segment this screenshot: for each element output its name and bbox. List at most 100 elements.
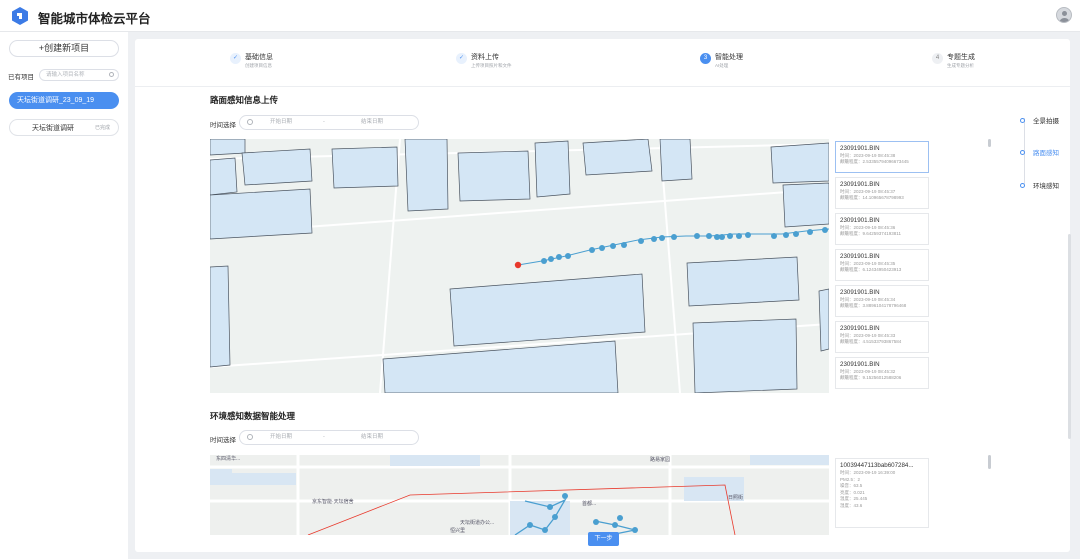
track-point[interactable] xyxy=(610,243,616,249)
track-point[interactable] xyxy=(565,253,571,259)
start-date-input[interactable]: 开始日期 xyxy=(270,431,292,444)
main-panel: ✓ 基础信息 创建项目信息 ✓ 资料上传 上传项目照片和文件 3 智能处理 AI… xyxy=(135,39,1071,552)
track-point[interactable] xyxy=(638,238,644,244)
track-point[interactable] xyxy=(706,233,712,239)
record-score: 颠簸程度：2.53355794096673445 xyxy=(840,159,909,164)
section-title-environment: 环境感知数据智能处理 xyxy=(210,411,296,421)
start-point-marker[interactable] xyxy=(514,261,522,269)
sidebar: +创建新项目 已有项目 请输入项目名称 天坛街道调研_23_09_19 天坛街道… xyxy=(0,32,128,559)
step-number: 3 xyxy=(700,53,711,64)
track-point[interactable] xyxy=(556,254,562,260)
clock-icon xyxy=(247,119,253,125)
user-avatar-icon[interactable] xyxy=(1056,7,1072,23)
project-item-active[interactable]: 天坛街道调研_23_09_19 xyxy=(9,92,119,109)
env-list-scrollbar[interactable] xyxy=(988,455,991,469)
step-subtitle: 上传项目照片和文件 xyxy=(471,63,512,68)
record-score: 颠簸程度：9.64259374193811 xyxy=(840,231,901,236)
main-scrollbar[interactable] xyxy=(1068,234,1071,439)
end-date-input[interactable]: 结束日期 xyxy=(361,431,383,444)
track-point[interactable] xyxy=(599,245,605,251)
track-point[interactable] xyxy=(783,232,789,238)
map-label-1: 京东智能·天坛宿舍 xyxy=(312,498,354,505)
record-score: 颠簸程度：3.8896104178796468 xyxy=(840,303,907,308)
section-title-road: 路面感知信息上传 xyxy=(210,95,279,105)
record-name: 23091901.BIN xyxy=(840,289,880,296)
track-point[interactable] xyxy=(671,234,677,240)
date-range-picker[interactable]: 开始日期 - 结束日期 xyxy=(239,430,419,445)
environment-map-canvas: 东四清华... 京东智能·天坛宿舍 路易家园 首都... 日照街 天坛街道办公.… xyxy=(210,455,829,535)
track-point[interactable] xyxy=(719,234,725,240)
road-record-list: 23091901.BIN 时间：2023-09-19 08:45:38 颠簸程度… xyxy=(835,141,929,393)
anchor-item-environment[interactable]: 环境感知 xyxy=(1020,180,1059,190)
record-list-scrollbar[interactable] xyxy=(988,139,991,147)
app-logo-icon xyxy=(12,7,28,25)
step-bar: ✓ 基础信息 创建项目信息 ✓ 资料上传 上传项目照片和文件 3 智能处理 AI… xyxy=(135,39,1070,87)
dot-icon xyxy=(1020,118,1025,123)
map-label-2: 路易家园 xyxy=(650,456,670,463)
project-item[interactable]: 天坛街道调研 已完成 xyxy=(9,119,119,136)
track-point[interactable] xyxy=(548,256,554,262)
track-point[interactable] xyxy=(822,227,828,233)
start-date-input[interactable]: 开始日期 xyxy=(270,116,292,129)
record-name: 23091901.BIN xyxy=(840,325,880,332)
existing-projects-label: 已有项目 xyxy=(8,74,34,81)
search-icon xyxy=(109,72,114,77)
app-title: 智能城市体检云平台 xyxy=(38,12,151,26)
track-point[interactable] xyxy=(807,229,813,235)
step-subtitle: 创建项目信息 xyxy=(245,63,272,68)
record-score: 颠簸程度：9.15256012588206 xyxy=(840,375,902,380)
record-name: 23091901.BIN xyxy=(840,361,880,368)
project-name: 天坛街道调研_23_09_19 xyxy=(17,97,95,104)
top-bar: 智能城市体检云平台 xyxy=(0,0,1080,32)
record-card[interactable]: 23091901.BIN 时间：2023-09-19 08:45:32 颠簸程度… xyxy=(835,357,929,389)
road-map[interactable] xyxy=(210,139,829,393)
anchor-item-panorama[interactable]: 全景拍摄 xyxy=(1020,115,1059,125)
date-range-picker[interactable]: 开始日期 - 结束日期 xyxy=(239,115,419,130)
track-point[interactable] xyxy=(651,236,657,242)
clock-icon xyxy=(247,434,253,440)
track-point[interactable] xyxy=(541,258,547,264)
track-point[interactable] xyxy=(694,233,700,239)
record-card[interactable]: 23091901.BIN 时间：2023-09-19 08:45:36 颠簸程度… xyxy=(835,213,929,245)
step-title: 专题生成 xyxy=(947,54,975,61)
track-point[interactable] xyxy=(727,233,733,239)
env-record-humid: 湿度：43.6 xyxy=(840,502,863,508)
next-step-button[interactable]: 下一步 xyxy=(588,532,619,546)
status-badge: 已完成 xyxy=(94,125,110,131)
step-number: 4 xyxy=(932,53,943,64)
anchor-nav: 全景拍摄 路面感知 环境感知 xyxy=(1020,112,1070,192)
track-point[interactable] xyxy=(793,231,799,237)
map-label-6: 恒兴里 xyxy=(450,527,465,534)
record-score: 颠簸程度：4.51533793867584 xyxy=(840,339,902,344)
env-record-name: 10039447113bab607284... xyxy=(840,462,914,469)
step-subtitle: 生成专题分析 xyxy=(947,63,974,68)
record-card[interactable]: 23091901.BIN 时间：2023-09-19 08:45:33 颠簸程度… xyxy=(835,321,929,353)
check-icon: ✓ xyxy=(456,53,467,64)
record-score: 颠簸程度：14.10965678798993 xyxy=(840,195,904,200)
env-record-list: 10039447113bab607284... 时间：2023-09-19 16… xyxy=(835,458,929,535)
record-score: 颠簸程度：6.12434950423913 xyxy=(840,267,902,272)
record-card[interactable]: 23091901.BIN 时间：2023-09-19 08:45:38 颠簸程度… xyxy=(835,141,929,173)
record-card[interactable]: 23091901.BIN 时间：2023-09-19 08:45:35 颠簸程度… xyxy=(835,249,929,281)
anchor-item-road[interactable]: 路面感知 xyxy=(1020,147,1059,157)
track-point[interactable] xyxy=(589,247,595,253)
track-point[interactable] xyxy=(736,233,742,239)
record-name: 23091901.BIN xyxy=(840,181,880,188)
anchor-label: 路面感知 xyxy=(1033,150,1059,157)
map-label-4: 日照街 xyxy=(728,494,743,501)
map-label-0: 东四清华... xyxy=(216,455,240,462)
end-date-input[interactable]: 结束日期 xyxy=(361,116,383,129)
track-point[interactable] xyxy=(745,232,751,238)
dot-icon xyxy=(1020,150,1025,155)
environment-map[interactable]: 东四清华... 京东智能·天坛宿舍 路易家园 首都... 日照街 天坛街道办公.… xyxy=(210,455,829,535)
dot-icon xyxy=(1020,183,1025,188)
env-record-card[interactable]: 10039447113bab607284... 时间：2023-09-19 16… xyxy=(835,458,929,528)
record-card[interactable]: 23091901.BIN 时间：2023-09-19 08:45:34 颠簸程度… xyxy=(835,285,929,317)
record-card[interactable]: 23091901.BIN 时间：2023-09-19 08:45:37 颠簸程度… xyxy=(835,177,929,209)
project-search-input[interactable]: 请输入项目名称 xyxy=(39,69,119,81)
road-map-canvas xyxy=(210,139,829,393)
track-point[interactable] xyxy=(771,233,777,239)
track-point[interactable] xyxy=(621,242,627,248)
create-project-button[interactable]: +创建新项目 xyxy=(9,40,119,57)
track-point[interactable] xyxy=(659,235,665,241)
